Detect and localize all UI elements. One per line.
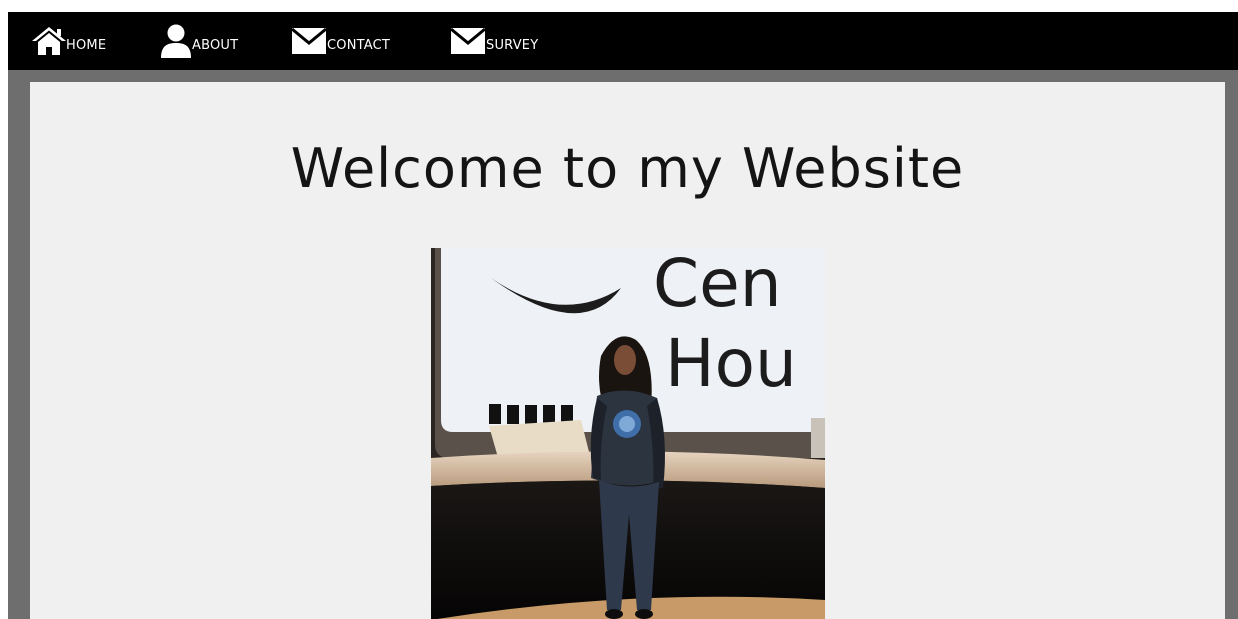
nav-about-link[interactable]: ABOUT [160, 12, 238, 70]
photo-illustration: Cen Hou [431, 248, 825, 619]
envelope-icon [291, 27, 327, 54]
nav-contact-link[interactable]: CONTACT [291, 12, 390, 70]
top-navbar: HOME ABOUT CONTACT SURVEY [8, 12, 1238, 70]
page-frame: HOME ABOUT CONTACT SURVEY Welcome to my … [8, 12, 1238, 619]
nav-about-label: ABOUT [192, 37, 239, 53]
sign-text-line1: Cen [653, 248, 782, 322]
profile-photo: Cen Hou [431, 248, 825, 619]
nav-home-link[interactable]: HOME [32, 12, 106, 70]
nav-survey-label: SURVEY [486, 37, 539, 53]
nav-contact-label: CONTACT [327, 37, 391, 53]
nav-home-label: HOME [66, 37, 107, 53]
main-content: Welcome to my Website Cen Hou [30, 82, 1225, 619]
page-title: Welcome to my Website [290, 137, 965, 200]
user-icon [161, 24, 191, 58]
home-icon [32, 27, 66, 55]
nav-survey-link[interactable]: SURVEY [450, 12, 538, 70]
sign-text-line2: Hou [665, 325, 797, 402]
envelope-icon [450, 27, 486, 54]
